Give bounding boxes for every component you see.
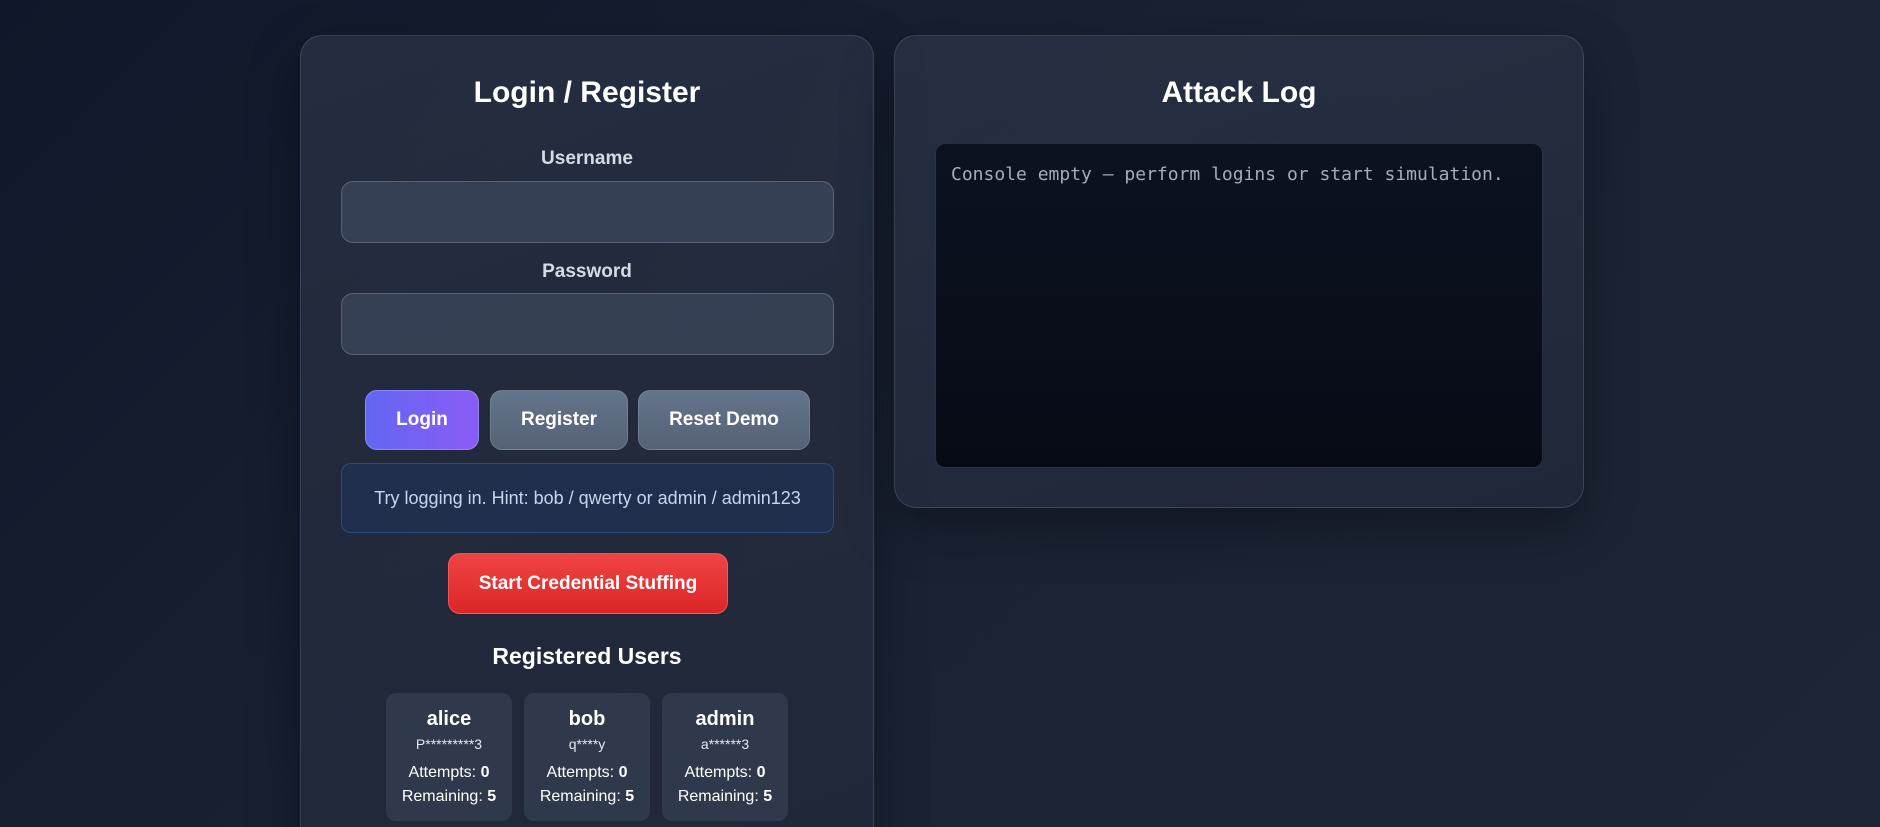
attempts-label: Attempts:: [408, 764, 477, 781]
user-remaining: Remaining: 5: [386, 788, 512, 806]
start-credential-stuffing-button[interactable]: Start Credential Stuffing: [448, 553, 728, 614]
user-attempts: Attempts: 0: [662, 764, 788, 782]
user-masked-password: q****y: [568, 736, 606, 752]
attack-log-console[interactable]: Console empty — perform logins or start …: [935, 143, 1543, 468]
registered-users-title: Registered Users: [492, 643, 682, 669]
user-card-alice: alice P*********3 Attempts: 0 Remaining:…: [386, 693, 512, 821]
remaining-value: 5: [625, 788, 635, 805]
user-name: admin: [695, 708, 755, 730]
login-button[interactable]: Login: [365, 390, 479, 450]
remaining-value: 5: [487, 788, 497, 805]
remaining-label: Remaining:: [677, 788, 759, 805]
attempts-label: Attempts:: [684, 764, 753, 781]
reset-demo-button[interactable]: Reset Demo: [638, 390, 810, 450]
username-input[interactable]: [341, 181, 834, 243]
user-name: alice: [426, 708, 472, 730]
attempts-value: 0: [756, 764, 766, 781]
attempts-label: Attempts:: [546, 764, 615, 781]
remaining-label: Remaining:: [401, 788, 483, 805]
password-label: Password: [542, 261, 632, 282]
remaining-label: Remaining:: [539, 788, 621, 805]
hint-message: Try logging in. Hint: bob / qwerty or ad…: [341, 463, 834, 533]
user-masked-password: P*********3: [415, 736, 483, 752]
user-masked-password: a******3: [700, 736, 750, 752]
user-card-admin: admin a******3 Attempts: 0 Remaining: 5: [662, 693, 788, 821]
password-input[interactable]: [341, 293, 834, 355]
user-card-bob: bob q****y Attempts: 0 Remaining: 5: [524, 693, 650, 821]
user-remaining: Remaining: 5: [524, 788, 650, 806]
auth-button-row: Login Register Reset Demo: [301, 390, 873, 450]
user-attempts: Attempts: 0: [524, 764, 650, 782]
username-label: Username: [541, 148, 633, 169]
user-attempts: Attempts: 0: [386, 764, 512, 782]
login-panel-title: Login / Register: [473, 76, 701, 109]
attack-log-title: Attack Log: [1161, 76, 1317, 109]
remaining-value: 5: [763, 788, 773, 805]
registered-users-list: alice P*********3 Attempts: 0 Remaining:…: [301, 693, 873, 823]
attack-log-panel: Attack Log Console empty — perform login…: [894, 35, 1584, 508]
attempts-value: 0: [480, 764, 490, 781]
login-register-panel: Login / Register Username Password Login…: [300, 35, 874, 827]
user-name: bob: [568, 708, 606, 730]
attempts-value: 0: [618, 764, 628, 781]
user-remaining: Remaining: 5: [662, 788, 788, 806]
register-button[interactable]: Register: [490, 390, 628, 450]
